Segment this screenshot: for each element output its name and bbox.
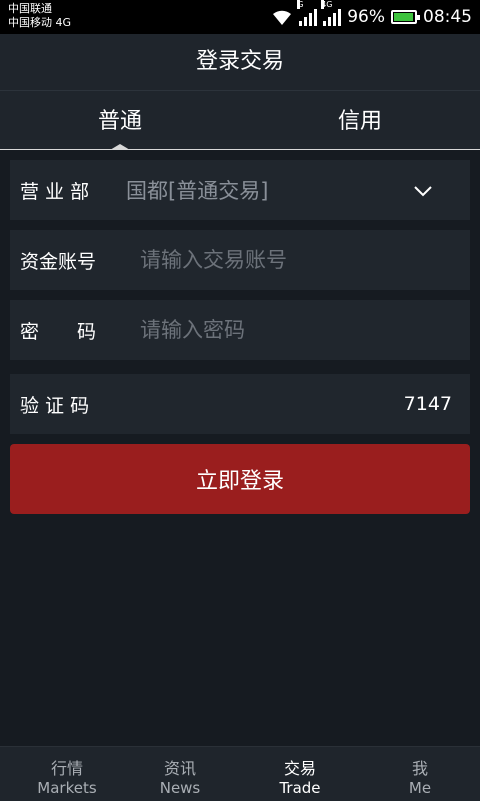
network-type-2: 4G xyxy=(321,0,333,9)
tab-bar: 普通 信用 xyxy=(0,91,480,149)
nav-trade[interactable]: 交易 Trade xyxy=(240,747,360,801)
battery-percent: 96% xyxy=(347,7,385,27)
carrier-1: 中国联通 xyxy=(8,2,52,15)
nav-me[interactable]: 我 Me xyxy=(360,747,480,801)
captcha-code[interactable]: 7147 xyxy=(404,374,452,434)
account-row: 资金账号 xyxy=(10,230,470,290)
branch-label: 营 业 部 xyxy=(20,180,90,203)
tab-underline xyxy=(0,149,480,150)
bottom-nav: 行情 Markets 资讯 News 交易 Trade 我 Me xyxy=(0,746,480,801)
nav-me-cn: 我 xyxy=(411,759,428,778)
header: 登录交易 xyxy=(0,34,480,91)
carrier-2: 中国移动 4G xyxy=(8,16,72,29)
nav-trade-en: Trade xyxy=(279,779,321,797)
signal-icon-2: 4G xyxy=(321,0,342,26)
branch-value: 国都[普通交易] xyxy=(126,179,269,203)
nav-me-en: Me xyxy=(408,779,432,797)
login-button[interactable]: 立即登录 xyxy=(10,444,470,514)
captcha-row: 验 证 码 7147 xyxy=(10,374,470,434)
nav-trade-cn: 交易 xyxy=(283,759,316,778)
status-icons: G 4G 96% 08:45 xyxy=(271,0,472,34)
tab-normal[interactable]: 普通 xyxy=(0,91,240,149)
nav-markets[interactable]: 行情 Markets xyxy=(7,747,127,801)
signal-icon-1: G xyxy=(297,0,318,26)
password-row: 密 码 xyxy=(10,300,470,360)
network-type-1: G xyxy=(297,0,304,9)
branch-selector[interactable]: 营 业 部 国都[普通交易] xyxy=(10,160,470,220)
account-input[interactable] xyxy=(140,230,450,290)
battery-icon xyxy=(391,10,420,24)
chevron-down-icon[interactable] xyxy=(414,182,432,200)
captcha-label: 验 证 码 xyxy=(20,394,90,417)
nav-markets-en: Markets xyxy=(37,779,97,797)
carrier-info: 中国联通 中国移动 4G xyxy=(8,2,71,30)
password-label: 密 码 xyxy=(20,320,97,343)
status-bar: 中国联通 中国移动 4G G 4G 96% 08:45 xyxy=(0,0,480,34)
tab-indicator xyxy=(110,144,130,150)
nav-markets-cn: 行情 xyxy=(50,759,83,778)
tab-credit[interactable]: 信用 xyxy=(240,91,480,149)
password-input[interactable] xyxy=(140,300,450,360)
wifi-icon xyxy=(273,10,292,25)
nav-news-en: News xyxy=(159,779,201,797)
nav-news-cn: 资讯 xyxy=(163,759,196,778)
nav-news[interactable]: 资讯 News xyxy=(120,747,240,801)
account-label: 资金账号 xyxy=(20,250,97,273)
clock: 08:45 xyxy=(423,7,472,27)
page-title: 登录交易 xyxy=(195,49,284,74)
